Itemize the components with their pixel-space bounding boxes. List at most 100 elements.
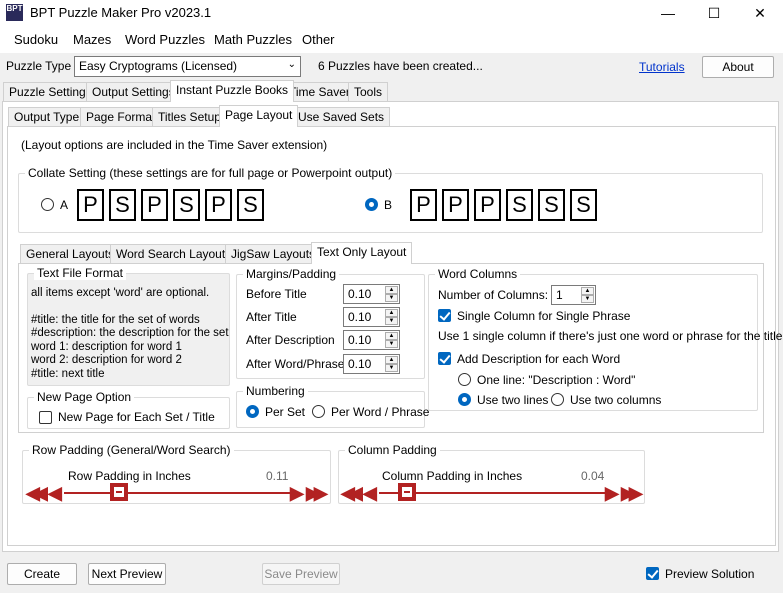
collate-radio-a[interactable] <box>41 198 54 211</box>
tab-output-type[interactable]: Output Type <box>8 107 86 127</box>
menu-sudoku[interactable]: Sudoku <box>14 32 58 47</box>
tab-general-layouts[interactable]: General Layouts <box>20 244 121 264</box>
spin-up-icon[interactable]: ▲ <box>385 332 398 340</box>
num-columns-spinner[interactable]: 1 ▲ ▼ <box>551 285 596 305</box>
letter-box: P <box>77 189 104 221</box>
step-left-icon[interactable]: ◀ <box>363 484 377 502</box>
collate-label-a: A <box>60 198 69 212</box>
num-columns-label: Number of Columns: <box>438 288 549 302</box>
save-preview-button[interactable]: Save Preview <box>262 563 340 585</box>
menu-mazes[interactable]: Mazes <box>73 32 111 47</box>
after-title-spinner[interactable]: 0.10 ▲ ▼ <box>343 307 400 327</box>
row-padding-slider[interactable] <box>110 483 128 501</box>
one-line-label: One line: "Description : Word" <box>477 373 636 387</box>
one-line-radio[interactable] <box>458 373 471 386</box>
letter-box: S <box>173 189 200 221</box>
spin-up-icon[interactable]: ▲ <box>385 286 398 294</box>
puzzle-type-label: Puzzle Type <box>6 59 72 73</box>
before-title-value: 0.10 <box>348 287 372 301</box>
two-lines-label: Use two lines <box>477 393 549 407</box>
status-text: 6 Puzzles have been created... <box>318 59 483 73</box>
format-line: #title: next title <box>31 367 105 380</box>
after-description-spinner[interactable]: 0.10 ▲ ▼ <box>343 330 400 350</box>
new-page-checkbox[interactable] <box>39 411 52 424</box>
tab-use-saved-sets[interactable]: Use Saved Sets <box>292 107 391 127</box>
column-padding-value: 0.04 <box>581 469 605 483</box>
letter-box: P <box>141 189 168 221</box>
spin-up-icon[interactable]: ▲ <box>385 356 398 364</box>
menu-math-puzzles[interactable]: Math Puzzles <box>214 32 292 47</box>
layout-note: (Layout options are included in the Time… <box>21 138 328 152</box>
menu-other[interactable]: Other <box>302 32 335 47</box>
per-word-label: Per Word / Phrase <box>331 405 430 419</box>
tab-titles-setup[interactable]: Titles Setup <box>152 107 227 127</box>
tab-page-layout[interactable]: Page Layout <box>219 105 299 127</box>
tab-instant-puzzle-books[interactable]: Instant Puzzle Books <box>170 80 295 102</box>
after-title-label: After Title <box>246 310 297 324</box>
format-line: word 1: description for word 1 <box>31 340 182 353</box>
fast-forward-icon[interactable]: ▶▶ <box>306 484 328 502</box>
spin-up-icon[interactable]: ▲ <box>385 309 398 317</box>
tutorials-link[interactable]: Tutorials <box>639 60 685 74</box>
after-description-value: 0.10 <box>348 333 372 347</box>
menu-word-puzzles[interactable]: Word Puzzles <box>125 32 205 47</box>
spin-down-icon[interactable]: ▼ <box>581 295 594 303</box>
step-left-icon[interactable]: ◀ <box>48 484 62 502</box>
maximize-button[interactable]: ☐ <box>691 0 737 26</box>
chevron-down-icon: ⌄ <box>287 59 296 70</box>
next-preview-button[interactable]: Next Preview <box>88 563 166 585</box>
puzzle-type-select[interactable]: Easy Cryptograms (Licensed) ⌄ <box>74 56 301 77</box>
fast-forward-icon[interactable]: ▶▶ <box>621 484 643 502</box>
per-set-radio[interactable] <box>246 405 259 418</box>
spin-down-icon[interactable]: ▼ <box>385 317 398 325</box>
letter-box: S <box>109 189 136 221</box>
after-word-label: After Word/Phrase <box>246 357 345 371</box>
two-columns-radio[interactable] <box>551 393 564 406</box>
collate-preview-a: P S P S P S <box>68 184 268 224</box>
step-right-icon[interactable]: ▶ <box>605 484 619 502</box>
spin-up-icon[interactable]: ▲ <box>581 287 594 295</box>
after-word-spinner[interactable]: 0.10 ▲ ▼ <box>343 354 400 374</box>
two-lines-radio[interactable] <box>458 393 471 406</box>
per-word-radio[interactable] <box>312 405 325 418</box>
tab-word-search-layouts[interactable]: Word Search Layouts <box>110 244 238 264</box>
two-columns-label: Use two columns <box>570 393 662 407</box>
toolbar: Puzzle Type Easy Cryptograms (Licensed) … <box>0 53 783 82</box>
spin-down-icon[interactable]: ▼ <box>385 294 398 302</box>
tab-output-settings[interactable]: Output Settings <box>86 82 181 102</box>
margins-title: Margins/Padding <box>243 267 340 281</box>
minimize-button[interactable]: — <box>645 0 691 26</box>
tab-puzzle-settings[interactable]: Puzzle Settings <box>3 82 98 102</box>
create-button[interactable]: Create <box>7 563 77 585</box>
after-description-label: After Description <box>246 333 335 347</box>
column-padding-slider[interactable] <box>398 483 416 501</box>
format-line: #description: the description for the se… <box>31 327 229 339</box>
close-button[interactable]: ✕ <box>737 0 783 26</box>
column-padding-label: Column Padding in Inches <box>382 469 523 483</box>
single-column-hint: Use 1 single column if there's just one … <box>438 329 783 343</box>
letter-box: S <box>237 189 264 221</box>
collate-radio-b[interactable] <box>365 198 378 211</box>
after-title-value: 0.10 <box>348 310 372 324</box>
tab-text-only-layout[interactable]: Text Only Layout <box>311 242 413 264</box>
single-column-label: Single Column for Single Phrase <box>457 309 631 323</box>
spin-down-icon[interactable]: ▼ <box>385 364 398 372</box>
text-file-format-title: Text File Format <box>34 266 127 280</box>
tab-jigsaw-layouts[interactable]: JigSaw Layouts <box>225 244 322 264</box>
single-column-checkbox[interactable] <box>438 309 451 322</box>
fast-rewind-icon[interactable]: ◀◀ <box>26 484 48 502</box>
tab-page-format[interactable]: Page Format <box>80 107 162 127</box>
add-description-checkbox[interactable] <box>438 352 451 365</box>
step-right-icon[interactable]: ▶ <box>290 484 304 502</box>
about-button[interactable]: About <box>702 56 774 78</box>
format-line <box>31 301 229 314</box>
menu-bar: Sudoku Mazes Word Puzzles Math Puzzles O… <box>0 26 783 53</box>
row-padding-value: 0.11 <box>266 469 289 483</box>
tab-tools[interactable]: Tools <box>348 82 389 102</box>
letter-box: S <box>506 189 533 221</box>
fast-rewind-icon[interactable]: ◀◀ <box>341 484 363 502</box>
spin-down-icon[interactable]: ▼ <box>385 340 398 348</box>
after-word-value: 0.10 <box>348 357 372 371</box>
preview-solution-checkbox[interactable] <box>646 567 659 580</box>
before-title-spinner[interactable]: 0.10 ▲ ▼ <box>343 284 400 304</box>
